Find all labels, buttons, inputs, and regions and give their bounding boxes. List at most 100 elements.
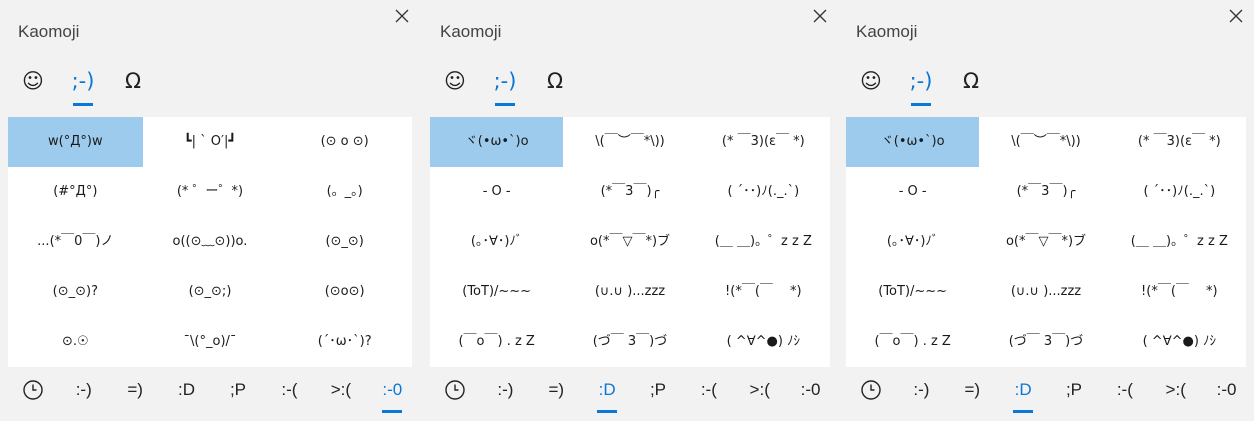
panel-title: Kaomoji	[856, 22, 918, 41]
kaomoji-cell[interactable]: (。_。)	[277, 167, 412, 217]
kaomoji-icon: ;-)	[909, 69, 933, 93]
tab-smiley[interactable]: ☺	[12, 60, 54, 106]
symbols-icon: Ω	[962, 69, 980, 93]
kaomoji-cell[interactable]: ...(*￣0￣)ノ	[8, 217, 143, 267]
subcategory-tab[interactable]: :-)	[58, 373, 109, 413]
close-icon	[813, 9, 827, 23]
close-button[interactable]	[394, 8, 410, 24]
subcategory-tab[interactable]: :-0	[1201, 373, 1252, 413]
panel-title: Kaomoji	[440, 22, 502, 41]
subcategory-tab[interactable]: >:(	[315, 373, 366, 413]
subcategory-tab[interactable]: ;P	[633, 373, 684, 413]
symbols-icon: Ω	[124, 69, 142, 93]
kaomoji-icon: ;-)	[71, 69, 95, 93]
tab-symbols[interactable]: Ω	[112, 60, 154, 106]
subcategory-tab[interactable]: :D	[998, 373, 1049, 413]
kaomoji-cell[interactable]: (＿ ＿)。゜z z Z	[697, 217, 830, 267]
kaomoji-cell[interactable]: - O -	[430, 167, 563, 217]
kaomoji-cell[interactable]: - O -	[846, 167, 979, 217]
kaomoji-cell[interactable]: (ToT)/~~~	[846, 267, 979, 317]
kaomoji-cell[interactable]: (⊙_⊙)?	[8, 267, 143, 317]
kaomoji-cell[interactable]: ( ´･･)ﾉ(._.`)	[697, 167, 830, 217]
subcategory-tab[interactable]: :-(	[683, 373, 734, 413]
kaomoji-cell[interactable]: (づ￣ 3￣)づ	[563, 317, 696, 367]
kaomoji-cell[interactable]: w(°Д°)w	[8, 117, 143, 167]
kaomoji-cell[interactable]: ┗| ` O′|┛	[143, 117, 278, 167]
kaomoji-cell[interactable]: (* ￣3)(ε￣ *)	[697, 117, 830, 167]
kaomoji-cell[interactable]: \(￣︶￣*\))	[563, 117, 696, 167]
tab-kaomoji[interactable]: ;-)	[62, 60, 104, 106]
kaomoji-cell[interactable]: ヾ(•ω•`)o	[846, 117, 980, 167]
subcategory-tab[interactable]: :D	[161, 373, 212, 413]
clock-icon	[861, 380, 881, 400]
panel-title: Kaomoji	[18, 22, 80, 41]
kaomoji-cell[interactable]: (ToT)/~~~	[430, 267, 563, 317]
kaomoji-cell[interactable]: !(*￣(￣ *)	[697, 267, 830, 317]
close-button[interactable]	[812, 8, 828, 24]
kaomoji-cell[interactable]: o((⊙﹏⊙))o.	[143, 217, 278, 267]
kaomoji-cell[interactable]: (* ゜ー゜*)	[143, 167, 278, 217]
subcategory-tab[interactable]: :-0	[785, 373, 836, 413]
kaomoji-cell[interactable]: (* ￣3)(ε￣ *)	[1113, 117, 1246, 167]
kaomoji-cell[interactable]: (⊙o⊙)	[277, 267, 412, 317]
close-button[interactable]	[1228, 8, 1244, 24]
subcategory-tab[interactable]: ;P	[212, 373, 263, 413]
clock-icon	[445, 380, 465, 400]
kaomoji-cell[interactable]: (´･ω･`)?	[277, 317, 412, 367]
tab-smiley[interactable]: ☺	[434, 60, 476, 106]
kaomoji-cell[interactable]: (｡･∀･)ﾉﾞ	[846, 217, 979, 267]
kaomoji-cell[interactable]: ⊙.☉	[8, 317, 143, 367]
smiley-icon: ☺	[444, 69, 466, 93]
tab-kaomoji[interactable]: ;-)	[900, 60, 942, 106]
subcategory-tab[interactable]: :-(	[264, 373, 315, 413]
kaomoji-cell[interactable]: \(￣︶￣*\))	[979, 117, 1112, 167]
smiley-icon: ☺	[22, 69, 44, 93]
kaomoji-grid: ヾ(•ω•`)o \(￣︶￣*\)) (* ￣3)(ε￣ *) - O - (*￣3￣)…	[846, 117, 1246, 367]
kaomoji-cell[interactable]: ヾ(•ω•`)o	[430, 117, 564, 167]
kaomoji-cell[interactable]: o(*￣▽￣*)ブ	[563, 217, 696, 267]
kaomoji-cell[interactable]: (#°Д°)	[8, 167, 143, 217]
subcategory-tab[interactable]: =)	[109, 373, 160, 413]
subcategory-tab[interactable]: =)	[947, 373, 998, 413]
symbols-icon: Ω	[546, 69, 564, 93]
kaomoji-cell[interactable]: ¯\(°_o)/¯	[143, 317, 278, 367]
subcategory-tab[interactable]: :-(	[1099, 373, 1150, 413]
kaomoji-cell[interactable]: (づ￣ 3￣)づ	[979, 317, 1112, 367]
kaomoji-icon: ;-)	[493, 69, 517, 93]
recent-tab[interactable]	[22, 379, 44, 401]
kaomoji-cell[interactable]: (*￣3￣)╭	[563, 167, 696, 217]
kaomoji-cell[interactable]: (￣o￣) . z Z	[430, 317, 563, 367]
kaomoji-panel-2: Kaomoji ☺ ;-) Ω ヾ(•ω•`)o \(￣︶￣*\)) (* ￣3)(ε…	[422, 0, 838, 421]
subcategory-tab[interactable]: =)	[531, 373, 582, 413]
tab-kaomoji[interactable]: ;-)	[484, 60, 526, 106]
kaomoji-cell[interactable]: ( ^∀^●) ﾉｼ	[697, 317, 830, 367]
kaomoji-cell[interactable]: (＿ ＿)。゜z z Z	[1113, 217, 1246, 267]
recent-tab[interactable]	[444, 379, 466, 401]
kaomoji-cell[interactable]: (⊙ o ⊙)	[277, 117, 412, 167]
kaomoji-cell[interactable]: ( ^∀^●) ﾉｼ	[1113, 317, 1246, 367]
close-icon	[1229, 9, 1243, 23]
kaomoji-cell[interactable]: o(*￣▽￣*)ブ	[979, 217, 1112, 267]
subcategory-tab[interactable]: :-)	[896, 373, 947, 413]
kaomoji-cell[interactable]: (∪.∪ )...zzz	[563, 267, 696, 317]
subcategory-tab[interactable]: :D	[582, 373, 633, 413]
tab-smiley[interactable]: ☺	[850, 60, 892, 106]
kaomoji-grid: ヾ(•ω•`)o \(￣︶￣*\)) (* ￣3)(ε￣ *) - O - (*￣3￣)…	[430, 117, 830, 367]
subcategory-tab[interactable]: ;P	[1049, 373, 1100, 413]
kaomoji-cell[interactable]: !(*￣(￣ *)	[1113, 267, 1246, 317]
kaomoji-grid: w(°Д°)w ┗| ` O′|┛ (⊙ o ⊙) (#°Д°) (* ゜ー゜*) (。_…	[8, 117, 412, 367]
recent-tab[interactable]	[860, 379, 882, 401]
tab-symbols[interactable]: Ω	[534, 60, 576, 106]
tab-symbols[interactable]: Ω	[950, 60, 992, 106]
subcategory-tab[interactable]: >:(	[734, 373, 785, 413]
kaomoji-cell[interactable]: (⊙_⊙;)	[143, 267, 278, 317]
subcategory-tab[interactable]: :-0	[367, 373, 418, 413]
subcategory-tab[interactable]: :-)	[480, 373, 531, 413]
kaomoji-cell[interactable]: (⊙_⊙)	[277, 217, 412, 267]
kaomoji-cell[interactable]: ( ´･･)ﾉ(._.`)	[1113, 167, 1246, 217]
kaomoji-cell[interactable]: (￣o￣) . z Z	[846, 317, 979, 367]
kaomoji-cell[interactable]: (∪.∪ )...zzz	[979, 267, 1112, 317]
kaomoji-cell[interactable]: (*￣3￣)╭	[979, 167, 1112, 217]
subcategory-tab[interactable]: >:(	[1150, 373, 1201, 413]
kaomoji-cell[interactable]: (｡･∀･)ﾉﾞ	[430, 217, 563, 267]
